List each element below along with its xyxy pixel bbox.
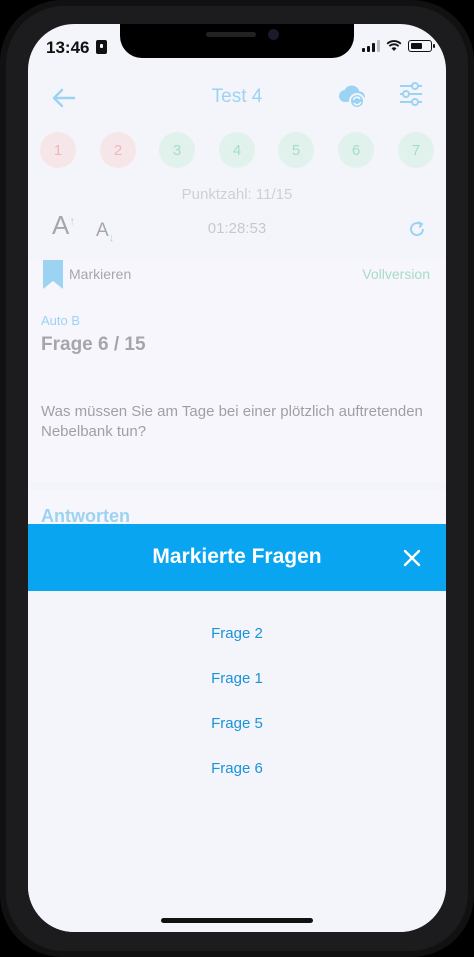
screen: 13:46 Test 4 1 2 3 4 5 6 7 Punktzahl: 11… (28, 24, 446, 932)
marked-question-item[interactable]: Frage 2 (28, 619, 446, 649)
full-version-link[interactable]: Vollversion (362, 266, 430, 282)
battery-icon (408, 40, 435, 52)
cloud-sync-icon[interactable] (336, 82, 368, 110)
question-navigation: 1 2 3 4 5 6 7 (28, 132, 446, 172)
question-button-7[interactable]: 7 (398, 132, 434, 168)
question-button-3[interactable]: 3 (159, 132, 195, 168)
bookmark-icon[interactable] (42, 260, 64, 290)
mark-label[interactable]: Markieren (69, 266, 131, 282)
notch (120, 24, 354, 58)
marked-questions-modal: Markierte Fragen Frage 2 Frage 1 Frage 5… (28, 524, 446, 932)
phone-frame: 13:46 Test 4 1 2 3 4 5 6 7 Punktzahl: 11… (0, 0, 474, 957)
close-icon[interactable] (402, 548, 422, 568)
home-indicator[interactable] (161, 918, 313, 923)
marked-question-item[interactable]: Frage 6 (28, 754, 446, 784)
header: Test 4 (28, 70, 446, 126)
orientation-lock-icon (96, 40, 107, 54)
question-text: Was müssen Sie am Tage bei einer plötzli… (41, 403, 423, 440)
question-button-4[interactable]: 4 (219, 132, 255, 168)
question-button-2[interactable]: 2 (100, 132, 136, 168)
timer: 01:28:53 (207, 220, 267, 237)
marked-question-item[interactable]: Frage 1 (28, 664, 446, 694)
status-time: 13:46 (46, 38, 90, 57)
wifi-icon (386, 40, 402, 51)
status-bar: 13:46 (28, 24, 446, 70)
speaker (206, 32, 256, 37)
modal-title: Markierte Fragen (152, 545, 322, 568)
score-text: Punktzahl: 11/15 (181, 186, 293, 203)
marked-question-item[interactable]: Frage 5 (28, 709, 446, 739)
question-button-6[interactable]: 6 (338, 132, 374, 168)
question-button-1[interactable]: 1 (40, 132, 76, 168)
modal-header: Markierte Fragen (28, 524, 446, 591)
question-card: Markieren Vollversion Auto B Frage 6 / 1… (28, 260, 446, 482)
status-icons (362, 40, 435, 52)
page-title: Test 4 (211, 86, 263, 107)
category-label: Auto B (41, 313, 81, 328)
question-button-5[interactable]: 5 (278, 132, 314, 168)
filter-settings-icon[interactable] (398, 80, 424, 108)
signal-icon (362, 40, 380, 52)
question-title: Frage 6 / 15 (41, 334, 146, 355)
camera (268, 29, 279, 40)
refresh-icon[interactable] (408, 220, 426, 238)
